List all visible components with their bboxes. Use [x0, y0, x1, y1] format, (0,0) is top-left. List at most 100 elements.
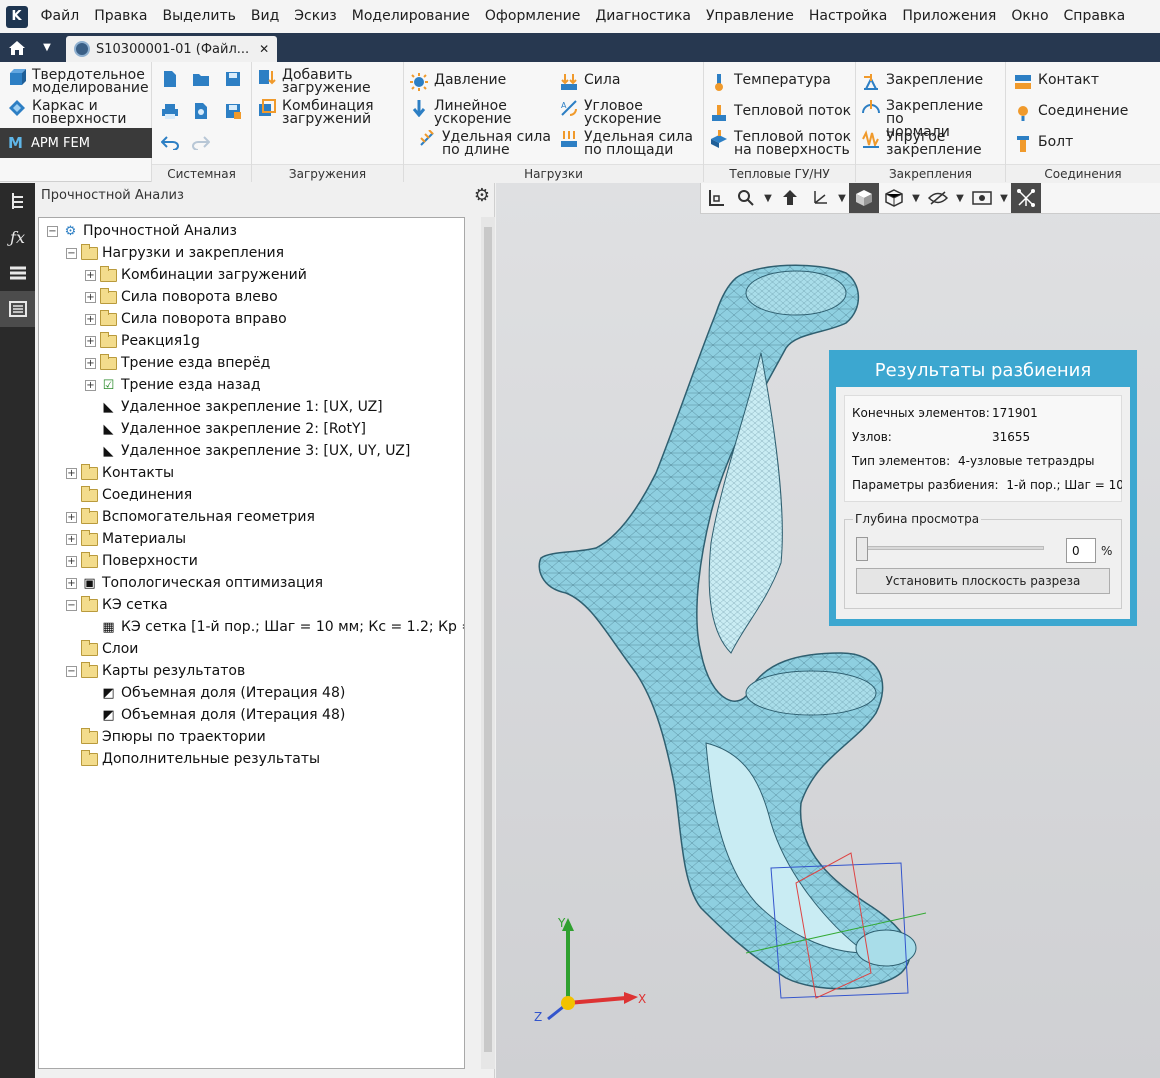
visibility-dropdown-icon[interactable]: ▼: [997, 193, 1011, 204]
close-tab-icon[interactable]: ✕: [259, 42, 269, 56]
force-button[interactable]: Сила: [560, 73, 620, 91]
view-depth-input[interactable]: 0: [1066, 538, 1096, 563]
expand-icon[interactable]: +: [85, 291, 96, 303]
tree-node[interactable]: + Реакция1g: [85, 330, 200, 352]
menu-help[interactable]: Справка: [1056, 0, 1133, 33]
menu-sketch[interactable]: Эскиз: [287, 0, 344, 33]
orient-dropdown-icon[interactable]: ▼: [835, 193, 849, 204]
tree-node[interactable]: + Комбинации загружений: [85, 264, 307, 286]
save-all-icon[interactable]: [222, 100, 244, 122]
tree-node[interactable]: Соединения: [66, 484, 192, 506]
orient-icon[interactable]: [775, 183, 805, 213]
preview-icon[interactable]: [190, 100, 212, 122]
menu-select[interactable]: Выделить: [155, 0, 243, 33]
expand-icon[interactable]: +: [66, 511, 77, 523]
tree-node[interactable]: − ⚙ Прочностной Анализ: [47, 220, 237, 242]
open-folder-icon[interactable]: [190, 68, 212, 90]
expand-icon[interactable]: +: [66, 533, 77, 545]
fixation-button[interactable]: Закрепление: [862, 73, 983, 91]
collapse-icon[interactable]: −: [66, 247, 77, 259]
expand-icon[interactable]: +: [85, 313, 96, 325]
joint-button[interactable]: Соединение: [1014, 104, 1128, 122]
tree-node[interactable]: ◣ Удаленное закрепление 3: [UX, UY, UZ]: [85, 440, 411, 462]
menu-settings[interactable]: Настройка: [801, 0, 895, 33]
tree-node[interactable]: − КЭ сетка: [66, 594, 168, 616]
surface-heat-flow-button[interactable]: Тепловой поток на поверхность: [710, 130, 851, 157]
tree-node[interactable]: − Карты результатов: [66, 660, 245, 682]
scrollbar-thumb[interactable]: [484, 227, 492, 1052]
zoom-icon[interactable]: [731, 183, 761, 213]
hide-icon[interactable]: [923, 183, 953, 213]
axis-orient-icon[interactable]: [805, 183, 835, 213]
menu-file[interactable]: Файл: [33, 0, 87, 33]
solid-modeling-button[interactable]: Твердотельное моделирование: [8, 68, 149, 95]
tree-node[interactable]: Слои: [66, 638, 138, 660]
tree-node[interactable]: Дополнительные результаты: [66, 748, 320, 770]
tree-scrollbar[interactable]: [481, 217, 495, 1069]
tree-node[interactable]: Эпюры по траектории: [66, 726, 266, 748]
tree-node[interactable]: + Поверхности: [66, 550, 198, 572]
display-dropdown-icon[interactable]: ▼: [909, 193, 923, 204]
menu-diagnostics[interactable]: Диагностика: [588, 0, 699, 33]
tree-node[interactable]: + Трение езда вперёд: [85, 352, 270, 374]
tree-node[interactable]: ◣ Удаленное закрепление 2: [RotY]: [85, 418, 367, 440]
layers-icon[interactable]: [0, 255, 35, 291]
mesh-view-icon[interactable]: [1011, 183, 1041, 213]
menu-view[interactable]: Вид: [243, 0, 286, 33]
sketch-view-icon[interactable]: [701, 183, 731, 213]
view-depth-slider-thumb[interactable]: [856, 537, 868, 561]
zoom-dropdown-icon[interactable]: ▼: [761, 193, 775, 204]
hide-dropdown-icon[interactable]: ▼: [953, 193, 967, 204]
tree-node[interactable]: + Вспомогательная геометрия: [66, 506, 315, 528]
add-load-case-button[interactable]: Добавить загружение: [258, 68, 371, 95]
collapse-icon[interactable]: −: [66, 599, 77, 611]
redo-icon[interactable]: [190, 132, 212, 154]
expand-icon[interactable]: +: [85, 379, 96, 391]
expand-icon[interactable]: +: [66, 577, 77, 589]
tree-node[interactable]: + Сила поворота вправо: [85, 308, 287, 330]
undo-icon[interactable]: [159, 132, 181, 154]
tree-node[interactable]: + ☑ Трение езда назад: [85, 374, 261, 396]
tree-node[interactable]: + Контакты: [66, 462, 174, 484]
collapse-icon[interactable]: −: [66, 665, 77, 677]
menu-window[interactable]: Окно: [1004, 0, 1056, 33]
tree-node[interactable]: + ▣ Топологическая оптимизация: [66, 572, 323, 594]
wireframe-button[interactable]: Каркас и поверхности: [8, 99, 126, 126]
heat-flow-button[interactable]: Тепловой поток: [710, 104, 851, 122]
menu-drafting[interactable]: Оформление: [477, 0, 587, 33]
apm-fem-button[interactable]: M APM FEM: [0, 128, 152, 158]
3d-viewport[interactable]: Y X Z: [496, 183, 1160, 1078]
visibility-icon[interactable]: [967, 183, 997, 213]
save-icon[interactable]: [222, 68, 244, 90]
expand-icon[interactable]: +: [85, 269, 96, 281]
document-tab[interactable]: S10300001-01 (Файл... ✕: [66, 36, 278, 62]
elastic-fixation-button[interactable]: Упругое закрепление: [862, 130, 982, 157]
expand-icon[interactable]: +: [66, 467, 77, 479]
temperature-button[interactable]: Температура: [710, 73, 831, 91]
home-icon[interactable]: [0, 33, 34, 62]
distributed-force-area-button[interactable]: Удельная сила по площади: [560, 130, 693, 157]
view-depth-slider-track[interactable]: [856, 546, 1044, 550]
expand-icon[interactable]: +: [66, 555, 77, 567]
bolt-button[interactable]: Болт: [1014, 135, 1073, 153]
wireframe-cube-icon[interactable]: [879, 183, 909, 213]
pressure-button[interactable]: Давление: [410, 73, 506, 91]
tree-node[interactable]: ◩ Объемная доля (Итерация 48): [85, 682, 345, 704]
tree-node[interactable]: ▦ КЭ сетка [1-й пор.; Шаг = 10 мм; Кс = 1…: [85, 616, 464, 638]
new-file-icon[interactable]: [159, 68, 181, 90]
tree-icon[interactable]: [0, 183, 35, 219]
collapse-icon[interactable]: −: [47, 225, 58, 237]
set-section-plane-button[interactable]: Установить плоскость разреза: [856, 568, 1110, 594]
linear-acceleration-button[interactable]: Линейное ускорение: [410, 99, 511, 126]
menu-modeling[interactable]: Моделирование: [344, 0, 477, 33]
tree-node[interactable]: ◣ Удаленное закрепление 1: [UX, UZ]: [85, 396, 383, 418]
shaded-cube-icon[interactable]: [849, 183, 879, 213]
contact-button[interactable]: Контакт: [1014, 73, 1099, 91]
angular-acceleration-button[interactable]: A Угловое ускорение: [560, 99, 661, 126]
menu-control[interactable]: Управление: [699, 0, 802, 33]
function-icon[interactable]: ƒx: [0, 219, 35, 255]
tree-node[interactable]: + Материалы: [66, 528, 186, 550]
expand-icon[interactable]: +: [85, 335, 96, 347]
load-combination-button[interactable]: Комбинация загружений: [258, 99, 374, 126]
print-icon[interactable]: [159, 100, 181, 122]
